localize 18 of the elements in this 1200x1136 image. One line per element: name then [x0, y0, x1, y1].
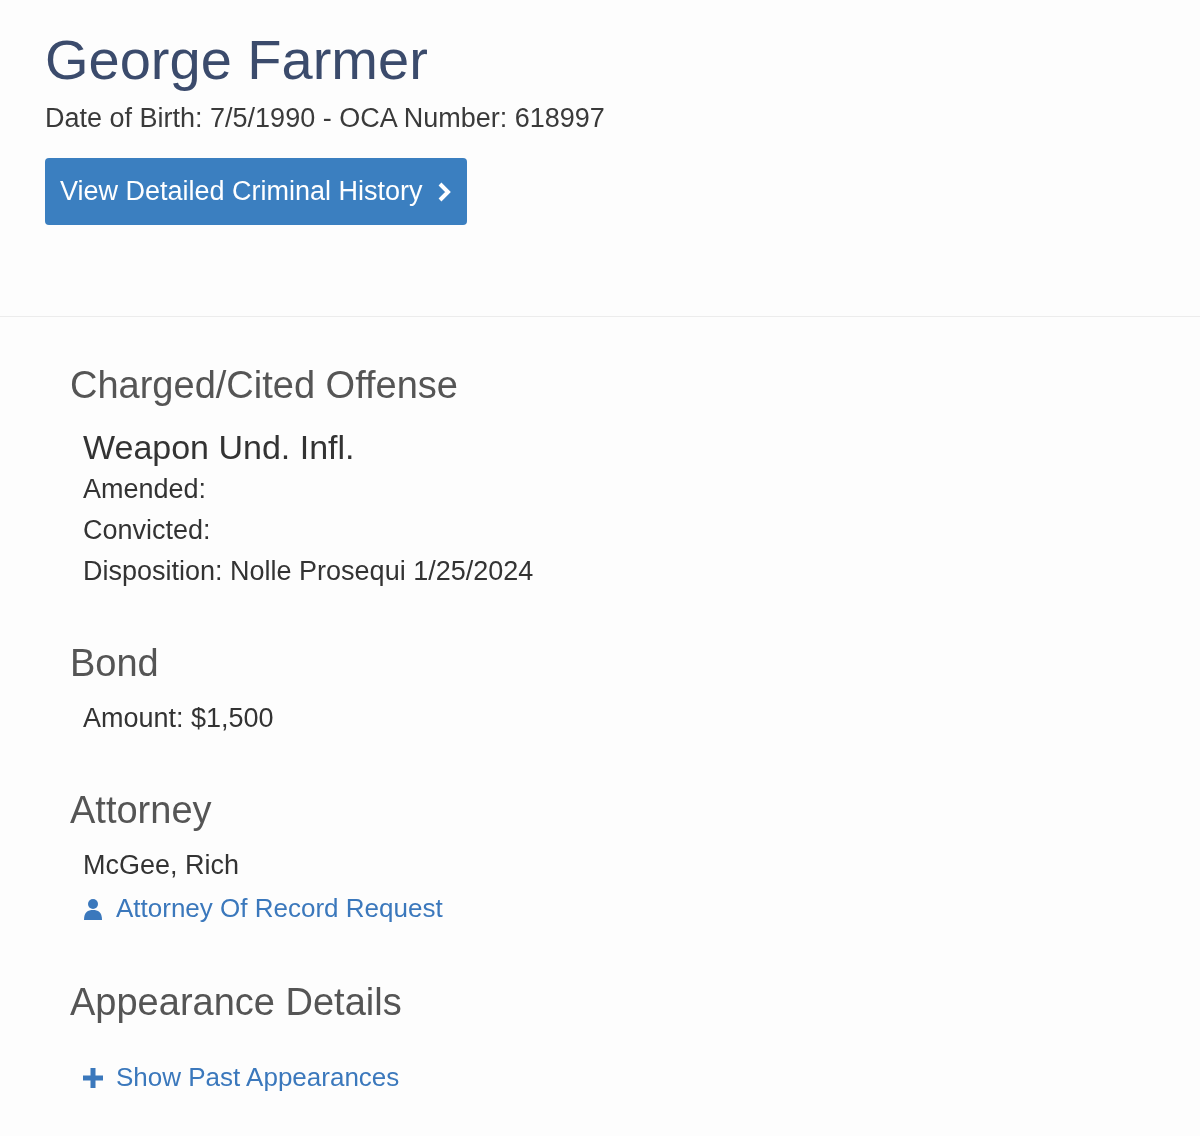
person-icon — [83, 897, 103, 920]
section-title: Attorney — [70, 788, 212, 833]
detail-text: Amended: — [83, 473, 207, 506]
detail-text: Convicted: — [83, 514, 211, 547]
detail-text: Disposition: Nolle Prosequi 1/25/2024 — [83, 555, 534, 588]
section-title: Appearance Details — [70, 980, 402, 1025]
offense-name: Weapon Und. Infl. — [83, 427, 355, 468]
attorney-request-link[interactable]: Attorney Of Record Request — [83, 886, 443, 931]
chevron-right-icon — [436, 181, 451, 202]
section-title: Charged/Cited Offense — [70, 363, 458, 408]
section-title: Bond — [70, 641, 159, 686]
show-appearances-link[interactable]: Show Past Appearances — [83, 1055, 400, 1100]
person-details: Date of Birth: 7/5/1990 - OCA Number: 618997 — [45, 102, 605, 134]
detail-text: McGee, Rich — [83, 849, 240, 882]
person-name: George Farmer — [45, 27, 428, 93]
view-history-button[interactable]: View Detailed Criminal History — [45, 158, 467, 225]
plus-icon — [83, 1067, 103, 1088]
detail-text: Amount: $1,500 — [83, 702, 274, 735]
